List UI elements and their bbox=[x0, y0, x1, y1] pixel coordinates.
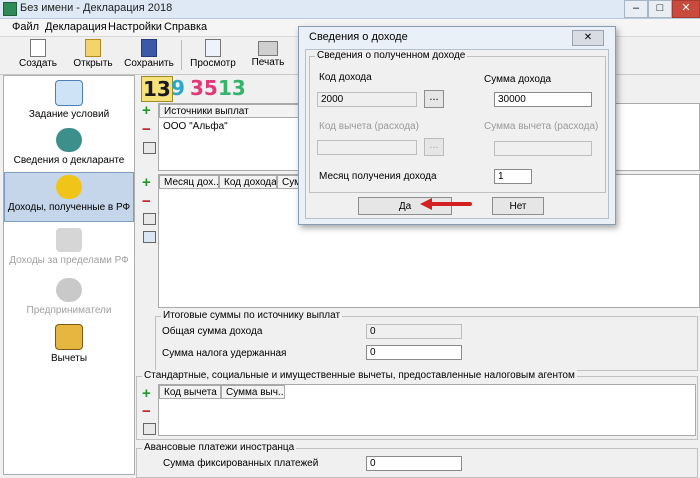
print-label: Печать bbox=[251, 57, 285, 68]
save-label: Сохранить bbox=[124, 58, 174, 69]
nav-label-declarant: Сведения о декларанте bbox=[13, 155, 125, 166]
income-code-label: Код дохода bbox=[319, 72, 372, 83]
app-icon bbox=[3, 2, 17, 16]
dialog-title: Сведения о доходе bbox=[309, 31, 408, 43]
totals-group: Итоговые суммы по источнику выплат Общая… bbox=[155, 310, 698, 371]
rate-tab-9[interactable]: 9 bbox=[171, 76, 185, 100]
rate-tab-13[interactable]: 13 bbox=[141, 76, 173, 102]
remove-source-button[interactable]: − bbox=[142, 122, 151, 137]
dialog-close-button[interactable]: ✕ bbox=[572, 30, 604, 46]
income-col-month[interactable]: Месяц дох... bbox=[159, 175, 219, 189]
nav-label-income-abroad: Доходы за пределами РФ bbox=[9, 255, 129, 266]
printer-icon bbox=[258, 41, 278, 56]
section-nav: Задание условий Сведения о декларанте До… bbox=[3, 75, 135, 475]
copy-income-icon[interactable] bbox=[143, 231, 156, 243]
menu-declaration[interactable]: Декларация bbox=[45, 21, 107, 33]
create-button[interactable]: Создать bbox=[15, 38, 61, 72]
nav-item-entrepreneurs[interactable]: Предприниматели bbox=[4, 276, 134, 328]
income-info-group: Сведения о полученном доходе Код дохода … bbox=[309, 50, 606, 193]
deduction-code-field bbox=[317, 140, 417, 155]
preview-document-icon bbox=[205, 39, 221, 57]
menu-settings[interactable]: Настройки bbox=[108, 21, 162, 33]
income-sum-field[interactable]: 30000 bbox=[494, 92, 592, 107]
no-button[interactable]: Нет bbox=[492, 197, 544, 215]
nav-item-conditions[interactable]: Задание условий bbox=[4, 78, 134, 130]
total-income-field: 0 bbox=[366, 324, 462, 339]
maximize-button[interactable]: □ bbox=[648, 0, 672, 18]
income-month-label: Месяц получения дохода bbox=[319, 171, 437, 182]
remove-deduction-button[interactable]: − bbox=[142, 404, 151, 419]
money-bag-icon bbox=[56, 228, 82, 252]
add-source-button[interactable]: + bbox=[142, 103, 151, 118]
deduction-col-code[interactable]: Код вычета bbox=[159, 385, 221, 399]
nav-item-income-rf[interactable]: Доходы, полученные в РФ bbox=[4, 172, 134, 222]
advance-title: Авансовые платежи иностранца bbox=[142, 442, 297, 453]
open-folder-icon bbox=[85, 39, 101, 57]
income-col-code[interactable]: Код дохода bbox=[219, 175, 277, 189]
deduction-code-label: Код вычета (расхода) bbox=[319, 121, 419, 132]
open-label: Открыть bbox=[73, 58, 113, 69]
income-sum-label: Сумма дохода bbox=[484, 74, 552, 85]
deductions-title: Стандартные, социальные и имущественные … bbox=[142, 370, 577, 381]
tax-withheld-label: Сумма налога удержанная bbox=[162, 348, 287, 359]
edit-deduction-icon[interactable] bbox=[143, 423, 156, 435]
title-bar: Без имени - Декларация 2018 – □ ✕ bbox=[0, 0, 700, 19]
edit-income-icon[interactable] bbox=[143, 213, 156, 225]
tax-withheld-field[interactable]: 0 bbox=[366, 345, 462, 360]
minimize-button[interactable]: – bbox=[624, 0, 648, 18]
nav-label-entrepreneurs: Предприниматели bbox=[26, 305, 112, 316]
nav-item-declarant[interactable]: Сведения о декларанте bbox=[4, 126, 134, 178]
deduction-sum-label: Сумма вычета (расхода) bbox=[484, 121, 599, 132]
new-document-icon bbox=[30, 39, 46, 57]
nav-item-deductions[interactable]: Вычеты bbox=[4, 322, 134, 374]
income-code-picker-button[interactable]: ... bbox=[424, 90, 444, 108]
menu-file[interactable]: Файл bbox=[12, 21, 39, 33]
total-income-label: Общая сумма дохода bbox=[162, 326, 263, 337]
menu-help[interactable]: Справка bbox=[164, 21, 207, 33]
nav-label-conditions: Задание условий bbox=[28, 109, 110, 120]
preview-button[interactable]: Просмотр bbox=[186, 38, 240, 72]
window-title: Без имени - Декларация 2018 bbox=[20, 2, 173, 14]
businessman-icon bbox=[56, 278, 82, 302]
open-button[interactable]: Открыть bbox=[70, 38, 116, 72]
rate-tab-35[interactable]: 35 bbox=[190, 76, 218, 100]
save-button[interactable]: Сохранить bbox=[122, 38, 176, 72]
source-row[interactable]: ООО "Альфа" bbox=[163, 121, 228, 132]
income-info-group-title: Сведения о полученном доходе bbox=[315, 50, 468, 61]
deduction-col-sum[interactable]: Сумма выч... bbox=[221, 385, 285, 399]
annotation-arrow-icon bbox=[420, 198, 472, 210]
sources-header: Источники выплат bbox=[159, 104, 299, 118]
dialog-body: Сведения о полученном доходе Код дохода … bbox=[305, 49, 609, 219]
nav-label-deductions: Вычеты bbox=[50, 353, 88, 364]
nav-label-income-rf: Доходы, полученные в РФ bbox=[7, 202, 131, 213]
fixed-payments-label: Сумма фиксированных платежей bbox=[163, 458, 319, 469]
save-disk-icon bbox=[141, 39, 157, 57]
deduction-sum-field bbox=[494, 141, 592, 156]
network-tree-icon bbox=[55, 80, 83, 106]
person-icon bbox=[56, 128, 82, 152]
deductions-icon bbox=[55, 324, 83, 350]
deduction-code-picker-button: ... bbox=[424, 138, 444, 156]
remove-income-button[interactable]: − bbox=[142, 194, 151, 209]
fixed-payments-field[interactable]: 0 bbox=[366, 456, 462, 471]
totals-title: Итоговые суммы по источнику выплат bbox=[161, 310, 343, 321]
add-income-button[interactable]: + bbox=[142, 175, 151, 190]
preview-label: Просмотр bbox=[190, 58, 236, 69]
add-deduction-button[interactable]: + bbox=[142, 386, 151, 401]
close-button[interactable]: ✕ bbox=[672, 0, 700, 18]
edit-source-icon[interactable] bbox=[143, 142, 156, 154]
toolbar-separator bbox=[181, 40, 182, 70]
print-button[interactable]: Печать bbox=[248, 38, 288, 72]
nav-item-income-abroad[interactable]: Доходы за пределами РФ bbox=[4, 226, 134, 278]
rate-tab-13-resident[interactable]: 13 bbox=[218, 76, 246, 100]
deductions-table: Код вычета Сумма выч... bbox=[158, 384, 696, 436]
create-label: Создать bbox=[18, 58, 57, 69]
income-month-field[interactable]: 1 bbox=[494, 169, 532, 184]
income-code-field[interactable]: 2000 bbox=[317, 92, 417, 107]
coins-icon bbox=[56, 175, 82, 199]
advance-group: Авансовые платежи иностранца Сумма фикси… bbox=[136, 442, 698, 478]
